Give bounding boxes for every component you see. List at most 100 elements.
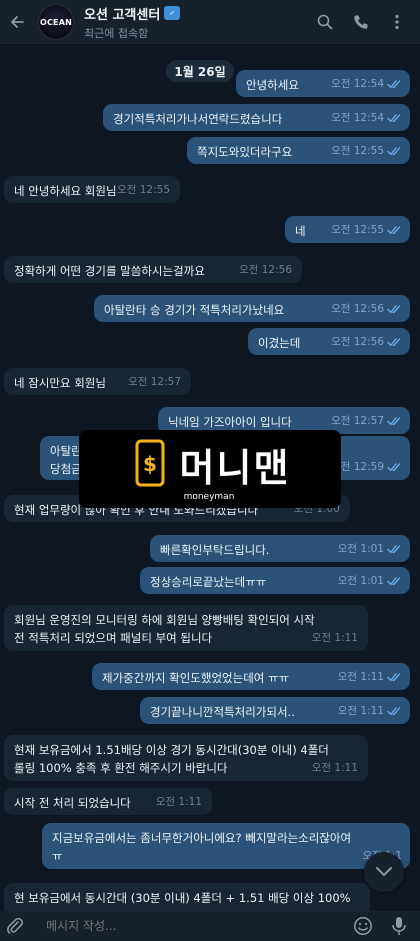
message-meta: 오전 1:11 bbox=[312, 759, 358, 777]
phone-icon bbox=[354, 15, 368, 29]
call-button[interactable] bbox=[352, 13, 370, 31]
double-check-icon bbox=[387, 577, 401, 586]
message-text: 정상승리로끝났는데ㅠㅠ bbox=[150, 575, 267, 589]
message-incoming[interactable]: 시작 전 처리 되었습니다 오전 1:11 bbox=[4, 788, 212, 815]
message-meta: 오전 1:11 bbox=[338, 702, 402, 720]
scroll-to-bottom-button[interactable] bbox=[364, 852, 404, 892]
message-outgoing[interactable]: 제가중간까지 확인도했었었는데여 ㅠㅠ 오전 1:11 bbox=[92, 663, 410, 690]
double-check-icon bbox=[387, 673, 401, 682]
message-time: 오전 12:55 bbox=[117, 184, 170, 196]
message-meta: 오전 12:57 bbox=[128, 373, 181, 391]
double-check-icon bbox=[387, 80, 401, 89]
message-outgoing[interactable]: 경기적특처리가나서연락드렸습니다 오전 12:54 bbox=[103, 104, 410, 131]
message-outgoing[interactable]: 이겼는데 오전 12:56 bbox=[248, 328, 410, 355]
message-incoming[interactable]: 회원님 운영진의 모니터링 하에 회원님 양빵배팅 확인되어 시작 전 적특처리… bbox=[4, 605, 368, 651]
message-time: 오전 12:56 bbox=[331, 303, 384, 315]
message-meta: 오전 12:55 bbox=[331, 221, 402, 239]
search-button[interactable] bbox=[316, 13, 334, 31]
message-list[interactable]: 1월 26일 안녕하세요 오전 12:54 경기적특처리가나서연락드렸습니다 오… bbox=[0, 45, 420, 911]
message-incoming[interactable]: 네 잠시만요 회원님 오전 12:57 bbox=[4, 368, 191, 395]
message-meta: 오전 12:56 bbox=[331, 300, 402, 318]
verified-badge-icon: ✓ bbox=[164, 6, 181, 20]
message-time: 오전 1:11 bbox=[337, 705, 384, 717]
message-time: 오전 12:54 bbox=[331, 78, 384, 90]
message-meta: 오전 12:57 bbox=[331, 412, 402, 430]
message-text: 현재 보유금에서 1.51배당 이상 경기 동시간대(30분 이내) 4폴더 롤… bbox=[14, 743, 329, 775]
message-outgoing[interactable]: 쪽지도와있더라구요 오전 12:55 bbox=[187, 137, 410, 164]
svg-text:$: $ bbox=[143, 452, 157, 476]
message-outgoing[interactable]: 지금보유금에서는 좀너무한거아니에요? 빼지말라는소리잖아여 ㅠ 오전 1:1 bbox=[42, 823, 410, 869]
message-text: 네 잠시만요 회원님 bbox=[14, 376, 106, 390]
chat-header: OCEAN 오션 고객센터 ✓ 최근에 접속함 bbox=[0, 0, 420, 45]
message-text: 지금보유금에서는 좀너무한거아니에요? 빼지말라는소리잖아여 ㅠ bbox=[52, 831, 352, 863]
message-meta: 오전 12:55 bbox=[331, 142, 402, 160]
double-check-icon bbox=[387, 147, 401, 156]
avatar-text: OCEAN bbox=[39, 17, 73, 27]
chat-title: 오션 고객센터 ✓ bbox=[84, 4, 316, 23]
message-meta: 오전 12:55 bbox=[117, 181, 170, 199]
message-text: 경기끝나니깐적특처리가되서.. bbox=[150, 705, 295, 719]
avatar[interactable]: OCEAN bbox=[38, 4, 74, 40]
double-check-icon bbox=[387, 417, 401, 426]
message-composer bbox=[0, 911, 420, 941]
message-text: 경기적특처리가나서연락드렸습니다 bbox=[113, 112, 283, 126]
message-meta: 오전 1:11 bbox=[338, 668, 402, 686]
double-check-icon bbox=[387, 338, 401, 347]
message-incoming[interactable]: 현 보유금에서 동시간대 (30분 이내) 4폴더 + 1.51 배당 이상 1… bbox=[4, 883, 370, 911]
message-outgoing[interactable]: 정상승리로끝났는데ㅠㅠ 오전 1:01 bbox=[140, 567, 410, 594]
moneyman-logo: $ 머니맨 moneyman bbox=[135, 439, 291, 502]
double-check-icon bbox=[387, 305, 401, 314]
back-arrow-icon bbox=[11, 16, 24, 28]
message-meta: 오전 12:54 bbox=[331, 109, 402, 127]
message-meta: 오전 12:56 bbox=[331, 333, 402, 351]
attach-button[interactable] bbox=[4, 915, 26, 937]
message-time: 오전 12:54 bbox=[331, 112, 384, 124]
message-outgoing[interactable]: 빠른확인부탁드립니다. 오전 1:01 bbox=[150, 535, 410, 562]
moneyman-watermark: $ 머니맨 moneyman bbox=[79, 430, 341, 508]
microphone-icon bbox=[392, 917, 406, 935]
message-incoming[interactable]: 네 안녕하세요 회원님 오전 12:55 bbox=[4, 176, 180, 203]
message-text: 네 bbox=[295, 224, 306, 238]
message-outgoing[interactable]: 아탈란타 승 경기가 적특처리가났네요 오전 12:56 bbox=[94, 295, 410, 322]
svg-text:moneyman: moneyman bbox=[184, 492, 235, 502]
message-time: 오전 12:56 bbox=[331, 336, 384, 348]
message-time: 오전 12:56 bbox=[239, 264, 292, 276]
chat-status: 최근에 접속함 bbox=[84, 26, 149, 40]
message-outgoing[interactable]: 경기끝나니깐적특처리가되서.. 오전 1:11 bbox=[140, 697, 410, 724]
chat-title-text: 오션 고객센터 bbox=[84, 7, 161, 23]
chat-title-block[interactable]: 오션 고객센터 ✓ 최근에 접속함 bbox=[84, 4, 316, 41]
message-meta: 오전 12:59 bbox=[331, 458, 402, 476]
message-text: 빠른확인부탁드립니다. bbox=[160, 543, 270, 557]
message-incoming[interactable]: 현재 보유금에서 1.51배당 이상 경기 동시간대(30분 이내) 4폴더 롤… bbox=[4, 735, 368, 781]
header-actions bbox=[316, 13, 406, 31]
message-meta: 오전 12:54 bbox=[331, 75, 402, 93]
message-meta: 오전 1:01 bbox=[338, 572, 402, 590]
message-time: 오전 1:01 bbox=[337, 575, 384, 587]
message-time: 오전 12:55 bbox=[331, 224, 384, 236]
double-check-icon bbox=[387, 114, 401, 123]
message-time: 오전 12:57 bbox=[128, 376, 181, 388]
message-meta: 오전 1:11 bbox=[156, 793, 202, 811]
svg-text:머니맨: 머니맨 bbox=[180, 446, 291, 490]
message-text: 제가중간까지 확인도했었었는데여 ㅠㅠ bbox=[102, 671, 290, 685]
message-text: 닉네임 가즈아아이 입니다 bbox=[168, 415, 292, 429]
message-text: 쪽지도와있더라구요 bbox=[197, 145, 293, 159]
date-separator: 1월 26일 bbox=[166, 60, 234, 82]
message-time: 오전 1:11 bbox=[311, 762, 358, 774]
message-incoming[interactable]: 정확하게 어떤 경기를 말씀하시는걸까요 오전 12:56 bbox=[4, 256, 302, 283]
message-time: 오전 12:57 bbox=[331, 415, 384, 427]
message-text: 아탈란 당첨금 bbox=[50, 444, 82, 476]
more-button[interactable] bbox=[388, 13, 406, 31]
voice-record-button[interactable] bbox=[388, 915, 410, 937]
back-button[interactable] bbox=[4, 9, 30, 35]
emoji-button[interactable] bbox=[352, 915, 374, 937]
message-input[interactable] bbox=[46, 919, 352, 933]
message-time: 오전 1:11 bbox=[337, 671, 384, 683]
double-check-icon bbox=[387, 545, 401, 554]
message-text: 정확하게 어떤 경기를 말씀하시는걸까요 bbox=[14, 264, 205, 278]
message-text: 이겼는데 bbox=[258, 336, 301, 350]
message-outgoing[interactable]: 안녕하세요 오전 12:54 bbox=[236, 70, 410, 97]
message-text: 현 보유금에서 동시간대 (30분 이내) 4폴더 + 1.51 배당 이상 1… bbox=[14, 891, 351, 905]
double-check-icon bbox=[387, 707, 401, 716]
message-outgoing[interactable]: 네 오전 12:55 bbox=[285, 216, 410, 243]
